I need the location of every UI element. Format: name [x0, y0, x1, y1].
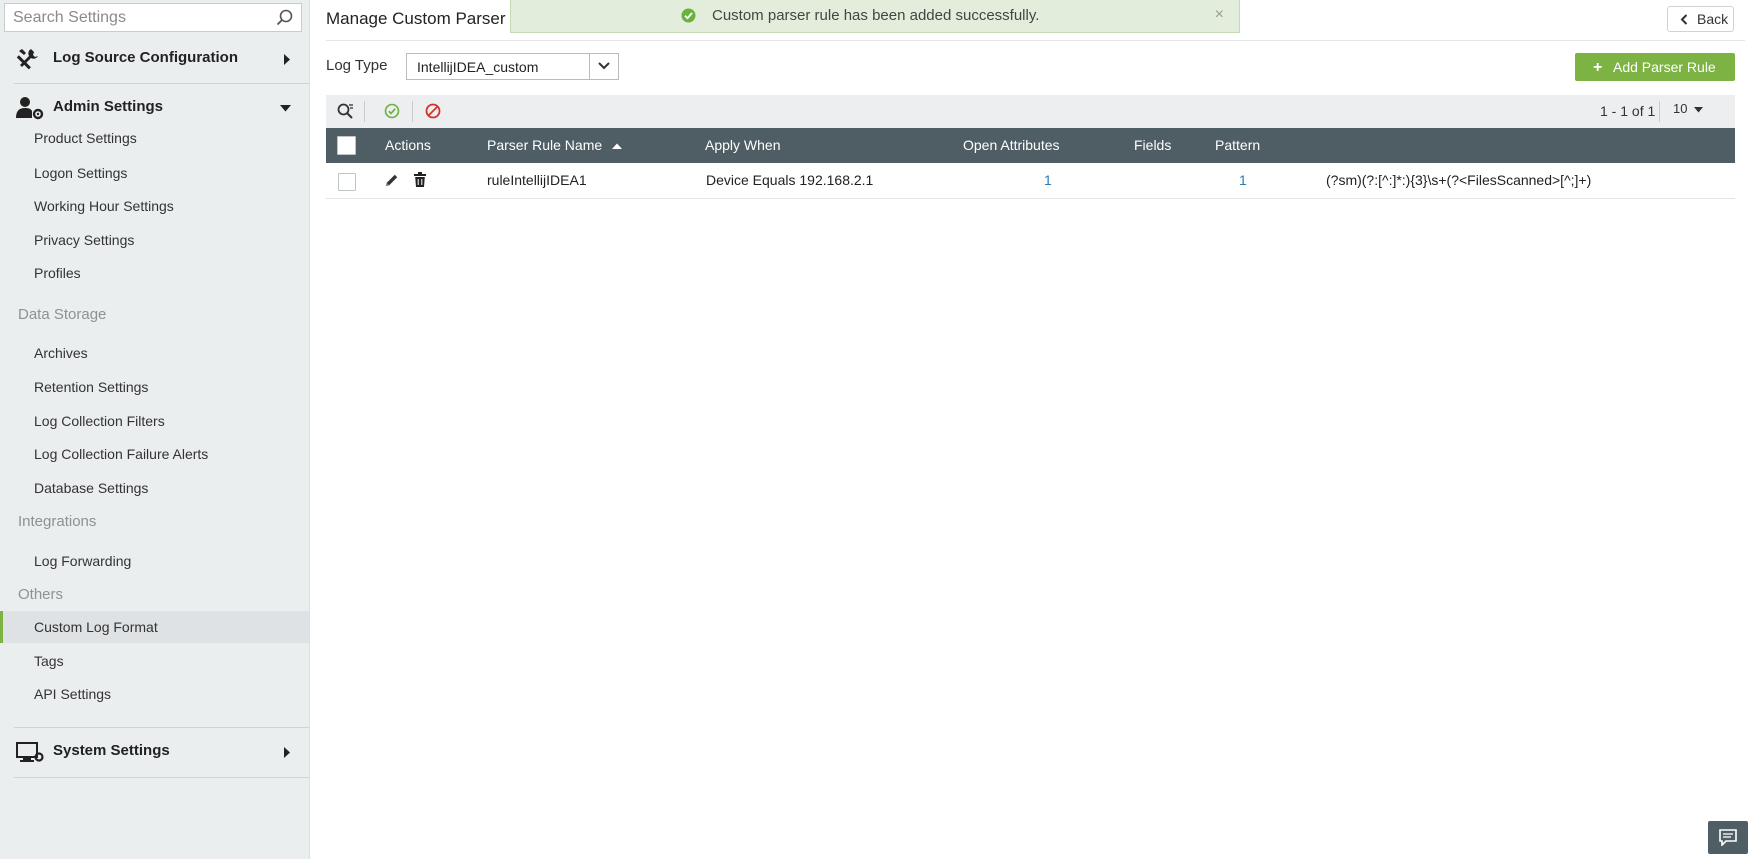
sidebar-item-product-settings[interactable]: Product Settings	[0, 128, 309, 150]
sidebar-item-label: Log Collection Failure Alerts	[34, 446, 209, 462]
section-log-source-configuration[interactable]: Log Source Configuration	[0, 35, 309, 83]
sidebar-item-tags[interactable]: Tags	[0, 645, 309, 677]
pagination-info: 1 - 1 of 1	[1600, 103, 1656, 119]
divider	[1659, 101, 1660, 122]
chevron-down-icon	[598, 62, 610, 70]
sidebar-item-label: Tags	[34, 653, 64, 669]
sidebar-item-log-collection-failure-alerts[interactable]: Log Collection Failure Alerts	[0, 438, 309, 470]
sidebar-item-profiles[interactable]: Profiles	[0, 257, 309, 289]
delete-trash-icon[interactable]	[414, 172, 426, 187]
cell-fields-link[interactable]: 1	[1239, 172, 1247, 188]
cell-open-attributes-link[interactable]: 1	[1044, 172, 1052, 188]
log-type-dropdown-toggle[interactable]	[589, 54, 618, 79]
cell-pattern: (?sm)(?:[^:]*:){3}\s+(?<FilesScanned>[^;…	[1326, 172, 1592, 188]
divider	[14, 777, 309, 778]
table-row: ruleIntellijIDEA1 Device Equals 192.168.…	[326, 163, 1735, 199]
sidebar-item-label: Custom Log Format	[34, 619, 158, 635]
sidebar-item-archives[interactable]: Archives	[0, 337, 309, 369]
log-type-select[interactable]: IntellijIDEA_custom	[406, 53, 619, 80]
cell-parser-rule-name: ruleIntellijIDEA1	[487, 172, 587, 188]
section-label: Admin Settings	[53, 98, 164, 115]
sidebar-item-custom-log-format[interactable]: Custom Log Format	[0, 611, 309, 643]
group-title-others: Others	[18, 586, 64, 603]
search-icon[interactable]	[276, 9, 293, 26]
divider	[364, 101, 365, 122]
sidebar-item-log-collection-filters[interactable]: Log Collection Filters	[0, 405, 309, 437]
chevron-left-icon	[1680, 14, 1688, 25]
sidebar-item-privacy-settings[interactable]: Privacy Settings	[0, 224, 309, 256]
divider	[326, 40, 1745, 41]
enable-check-icon[interactable]	[384, 103, 400, 119]
column-header-actions: Actions	[385, 137, 431, 153]
column-header-pattern[interactable]: Pattern	[1215, 137, 1260, 153]
user-gear-icon	[16, 97, 44, 120]
log-type-label: Log Type	[326, 57, 388, 74]
sort-ascending-icon	[612, 143, 623, 149]
caret-right-icon	[284, 747, 290, 758]
column-header-open-attributes[interactable]: Open Attributes	[963, 137, 1060, 153]
table-header: Actions Parser Rule Name Apply When Open…	[326, 128, 1735, 163]
back-label: Back	[1697, 11, 1729, 27]
search-input[interactable]	[5, 4, 273, 31]
page-title: Manage Custom Parser	[326, 9, 506, 28]
toast-message: Custom parser rule has been added succes…	[712, 7, 1040, 24]
search-box[interactable]	[4, 3, 302, 32]
sidebar-item-retention-settings[interactable]: Retention Settings	[0, 371, 309, 403]
log-type-value: IntellijIDEA_custom	[417, 59, 539, 75]
group-title-data-storage: Data Storage	[18, 306, 107, 323]
caret-right-icon	[284, 54, 290, 65]
sidebar-item-label: Log Forwarding	[34, 553, 132, 569]
caret-down-icon	[280, 105, 291, 112]
per-page-value: 10	[1673, 101, 1688, 116]
table-toolbar: 1 - 1 of 1 10	[326, 95, 1735, 128]
sidebar-item-label: Archives	[34, 345, 88, 361]
add-parser-rule-button[interactable]: + Add Parser Rule	[1575, 53, 1735, 81]
disable-icon[interactable]	[425, 103, 441, 119]
toast-close-button[interactable]: ×	[1215, 6, 1224, 24]
sidebar-item-api-settings[interactable]: API Settings	[0, 678, 309, 710]
sidebar-item-label: Database Settings	[34, 480, 149, 496]
sidebar-item-label: Retention Settings	[34, 379, 149, 395]
select-all-checkbox[interactable]	[337, 136, 356, 155]
section-label: System Settings	[53, 742, 170, 759]
cell-apply-when: Device Equals 192.168.2.1	[706, 172, 874, 188]
sidebar-item-label: Working Hour Settings	[34, 198, 174, 214]
group-title-integrations: Integrations	[18, 513, 97, 530]
tools-icon	[16, 49, 38, 70]
plus-icon: +	[1593, 59, 1603, 76]
edit-pencil-icon[interactable]	[385, 173, 399, 187]
section-system-settings[interactable]: System Settings	[0, 728, 309, 776]
sidebar-item-label: API Settings	[34, 686, 112, 702]
search-filter-icon[interactable]	[337, 103, 354, 120]
add-parser-rule-label: Add Parser Rule	[1613, 59, 1716, 75]
sidebar-item-working-hour-settings[interactable]: Working Hour Settings	[0, 190, 309, 222]
sidebar-item-label: Profiles	[34, 265, 81, 281]
sidebar-item-label: Privacy Settings	[34, 232, 135, 248]
sidebar-item-label: Logon Settings	[34, 165, 128, 181]
back-button[interactable]: Back	[1667, 6, 1734, 32]
sidebar-item-log-forwarding[interactable]: Log Forwarding	[0, 545, 309, 577]
section-label: Log Source Configuration	[53, 49, 238, 66]
sidebar-item-label: Product Settings	[34, 130, 137, 146]
section-admin-settings[interactable]: Admin Settings	[0, 84, 309, 132]
main-content: Manage Custom Parser Custom parser rule …	[310, 0, 1753, 859]
sidebar-item-logon-settings[interactable]: Logon Settings	[0, 157, 309, 189]
divider	[412, 101, 413, 122]
row-checkbox[interactable]	[338, 173, 356, 191]
sidebar-item-database-settings[interactable]: Database Settings	[0, 472, 309, 504]
chat-icon	[1719, 829, 1737, 846]
column-header-parser-rule-name[interactable]: Parser Rule Name	[487, 137, 623, 153]
per-page-select[interactable]: 10	[1673, 101, 1704, 116]
column-header-fields[interactable]: Fields	[1134, 137, 1171, 153]
success-toast: Custom parser rule has been added succes…	[510, 0, 1240, 33]
caret-down-icon	[1694, 106, 1704, 113]
chat-button[interactable]	[1708, 821, 1748, 854]
check-circle-icon	[681, 8, 696, 23]
column-header-label: Parser Rule Name	[487, 137, 603, 153]
column-header-apply-when[interactable]: Apply When	[705, 137, 780, 153]
sidebar-item-label: Log Collection Filters	[34, 413, 165, 429]
settings-sidebar: Log Source Configuration Admin Settings …	[0, 0, 310, 859]
monitor-gear-icon	[16, 742, 44, 762]
